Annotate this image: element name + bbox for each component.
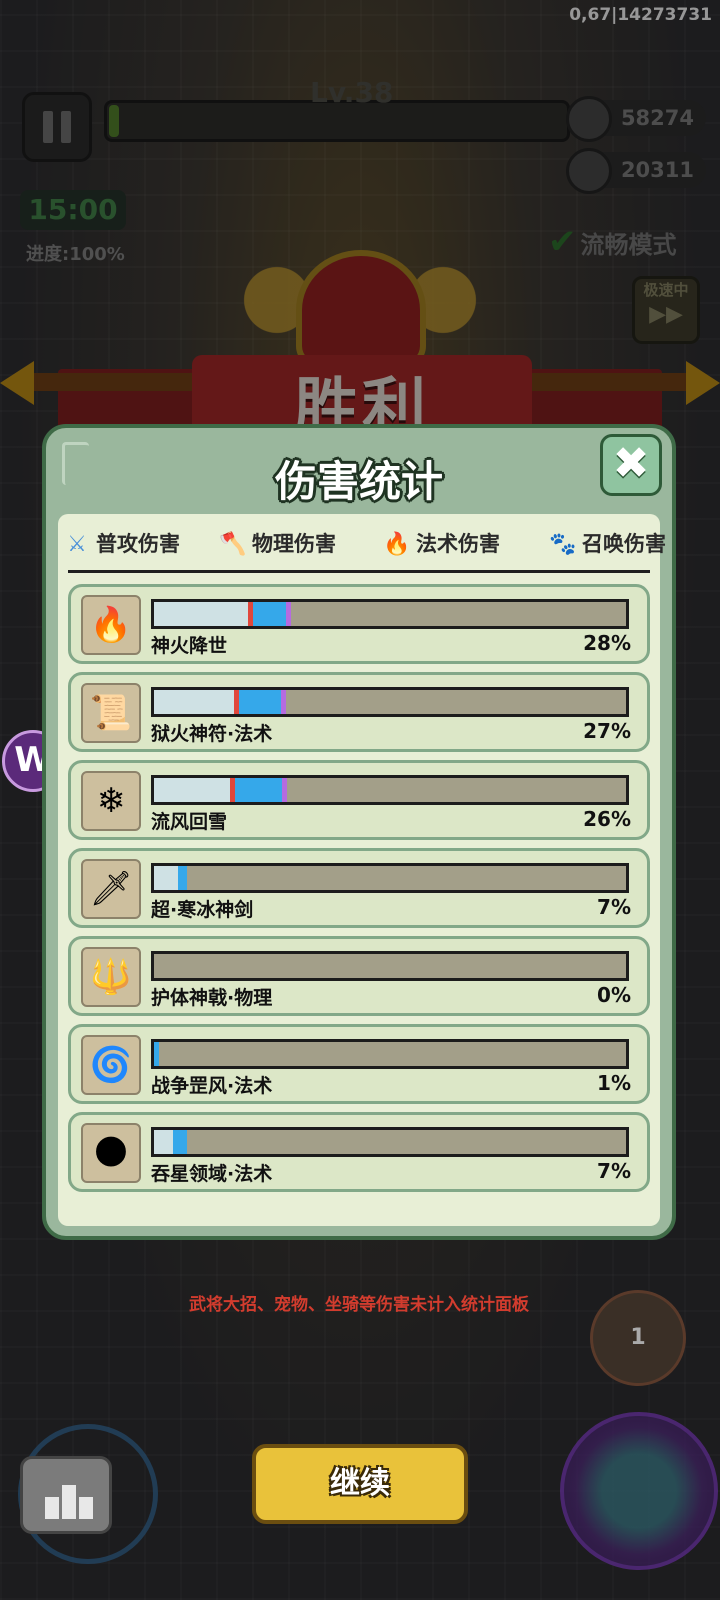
damage-bar-segment: [286, 602, 291, 626]
panel-title: 伤害统计: [274, 457, 443, 506]
tab-divider: [68, 570, 650, 573]
skill-icon: 📜: [81, 683, 141, 743]
skill-name: 超·寒冰神剑: [151, 899, 254, 921]
close-icon: ✖: [612, 438, 650, 489]
footnote: 武将大招、宠物、坐骑等伤害未计入统计面板: [189, 1295, 529, 1315]
damage-bar-segment: [239, 690, 281, 714]
tab-label: 法术伤害: [416, 532, 500, 556]
skill-icon: ❄: [81, 771, 141, 831]
damage-bar: [151, 951, 629, 981]
skill-icon: 🌀: [81, 1035, 141, 1095]
damage-bar-segment: [154, 690, 234, 714]
skill-icon: 🗡: [81, 859, 141, 919]
damage-bar-segment: [154, 1042, 159, 1066]
weapon-button[interactable]: 1: [590, 1290, 686, 1386]
stats-bar-icon: [79, 1497, 93, 1519]
damage-row: 🌀 战争罡风·法术 1%: [68, 1024, 650, 1104]
paw-icon: 🐾: [549, 532, 577, 557]
axe-icon: 🪓: [219, 532, 247, 557]
stats-bar-icon: [62, 1485, 76, 1519]
vortex-skill-icon[interactable]: [560, 1412, 718, 1570]
damage-row: 🌑 吞星领域·法术 7%: [68, 1112, 650, 1192]
damage-bar: [151, 863, 629, 893]
damage-percent: 27%: [583, 719, 631, 743]
tab-label: 召唤伤害: [582, 532, 666, 556]
damage-bar-segment: [178, 866, 187, 890]
damage-bar: [151, 1039, 629, 1069]
panel-body: ⚔ 普攻伤害 🪓 物理伤害 🔥 法术伤害 🐾 召唤伤害 🔥 神火降世 28% 📜 狱火神符·法术 27%…: [58, 514, 666, 1315]
damage-bar-segment: [154, 778, 230, 802]
damage-row: ❄ 流风回雪 26%: [68, 760, 650, 840]
stats-button[interactable]: [20, 1456, 112, 1534]
skill-name: 狱火神符·法术: [151, 723, 273, 745]
damage-bar-segment: [281, 690, 286, 714]
tab-3[interactable]: 🔥 法术伤害: [382, 524, 500, 564]
skill-icon: 🔥: [81, 595, 141, 655]
damage-percent: 0%: [597, 983, 631, 1007]
tab-4[interactable]: 🐾 召唤伤害: [548, 524, 666, 564]
damage-bar-segment: [154, 602, 248, 626]
skill-name: 吞星领域·法术: [151, 1163, 273, 1185]
close-button[interactable]: ✖: [600, 434, 662, 496]
skill-name: 神火降世: [151, 635, 228, 657]
damage-percent: 1%: [597, 1071, 631, 1095]
damage-bar: [151, 687, 629, 717]
damage-bar: [151, 599, 629, 629]
skill-name: 战争罡风·法术: [151, 1075, 273, 1097]
damage-bar: [151, 1127, 629, 1157]
damage-percent: 28%: [583, 631, 631, 655]
tab-label: 物理伤害: [252, 532, 336, 556]
damage-bar-segment: [253, 602, 286, 626]
continue-button[interactable]: 继续: [252, 1444, 468, 1524]
damage-bar-segment: [282, 778, 287, 802]
skill-name: 流风回雪: [151, 811, 228, 833]
tab-label: 普攻伤害: [96, 532, 180, 556]
stats-bar-icon: [45, 1497, 59, 1519]
tab-1[interactable]: ⚔ 普攻伤害: [62, 524, 180, 564]
damage-bar-segment: [173, 1130, 187, 1154]
damage-bar-segment: [235, 778, 282, 802]
tab-2[interactable]: 🪓 物理伤害: [218, 524, 336, 564]
skill-icon: 🌑: [81, 1123, 141, 1183]
damage-stats-panel: 伤害统计 ✖ ⚔ 普攻伤害 🪓 物理伤害 🔥 法术伤害 🐾 召唤伤害 🔥 神火降世 28% 📜 狱火神…: [42, 424, 676, 1315]
skill-icon: 🔱: [81, 947, 141, 1007]
skill-name: 护体神戟·物理: [151, 987, 273, 1009]
damage-row: 🔥 神火降世 28%: [68, 584, 650, 664]
damage-type-tabs: ⚔ 普攻伤害 🪓 物理伤害 🔥 法术伤害 🐾 召唤伤害: [58, 524, 666, 568]
damage-row: 📜 狱火神符·法术 27%: [68, 672, 650, 752]
damage-bar: [151, 775, 629, 805]
damage-percent: 7%: [597, 895, 631, 919]
flame-icon: 🔥: [383, 532, 411, 557]
damage-bar-segment: [154, 866, 178, 890]
damage-percent: 7%: [597, 1159, 631, 1183]
damage-row: 🔱 护体神戟·物理 0%: [68, 936, 650, 1016]
damage-percent: 26%: [583, 807, 631, 831]
damage-bar-segment: [154, 1130, 173, 1154]
sword-icon: ⚔: [67, 532, 87, 557]
damage-row: 🗡 超·寒冰神剑 7%: [68, 848, 650, 928]
